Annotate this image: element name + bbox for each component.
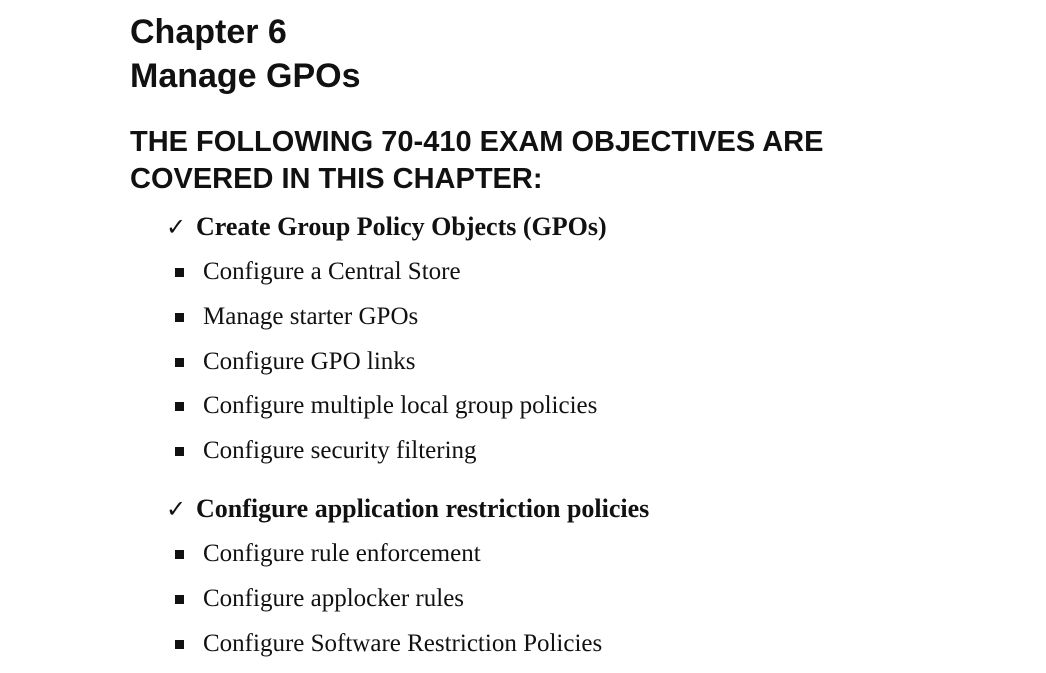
list-item-text: Configure GPO links bbox=[203, 347, 416, 375]
list-item: Configure rule enforcement bbox=[175, 538, 602, 583]
list-item: Configure Software Restriction Policies bbox=[175, 628, 602, 673]
list-item-text: Configure multiple local group policies bbox=[203, 392, 598, 420]
list-item: Manage starter GPOs bbox=[175, 301, 597, 346]
objectives-heading: THE FOLLOWING 70-410 EXAM OBJECTIVES ARE… bbox=[130, 124, 930, 198]
checkmark-icon: ✓ bbox=[166, 213, 187, 241]
list-item-text: Configure security filtering bbox=[203, 437, 477, 465]
square-bullet-icon bbox=[175, 402, 184, 412]
objective-section-title: ✓ Configure application restriction polic… bbox=[166, 493, 649, 525]
objective-section-label: Configure application restriction polici… bbox=[196, 494, 650, 523]
objective-section-label: Create Group Policy Objects (GPOs) bbox=[196, 212, 607, 241]
square-bullet-icon bbox=[175, 639, 184, 649]
chapter-heading: Chapter 6 Manage GPOs bbox=[130, 10, 361, 98]
list-item: Configure a Central Store bbox=[175, 256, 597, 301]
objectives-heading-line-1: THE FOLLOWING 70-410 EXAM OBJECTIVES ARE bbox=[130, 126, 824, 158]
list-item: Configure multiple local group policies bbox=[175, 390, 597, 435]
document-page: Chapter 6 Manage GPOs THE FOLLOWING 70-4… bbox=[0, 0, 1046, 673]
list-item-text: Configure applocker rules bbox=[203, 584, 465, 612]
objective-section-title: ✓ Create Group Policy Objects (GPOs) bbox=[166, 211, 607, 243]
list-item: Configure security filtering bbox=[175, 435, 597, 480]
list-item: Configure applocker rules bbox=[175, 583, 602, 628]
chapter-number: Chapter 6 bbox=[130, 13, 287, 51]
list-item-text: Configure Software Restriction Policies bbox=[203, 629, 603, 657]
list-item-text: Manage starter GPOs bbox=[203, 302, 419, 330]
square-bullet-icon bbox=[175, 447, 184, 457]
objective-list: Configure a Central Store Manage starter… bbox=[175, 256, 597, 480]
list-item: Configure GPO links bbox=[175, 346, 597, 391]
objectives-heading-line-2: COVERED IN THIS CHAPTER: bbox=[130, 163, 543, 195]
square-bullet-icon bbox=[175, 594, 184, 604]
chapter-title: Manage GPOs bbox=[130, 57, 361, 95]
square-bullet-icon bbox=[175, 312, 184, 322]
square-bullet-icon bbox=[175, 550, 184, 559]
list-item-text: Configure a Central Store bbox=[203, 258, 461, 285]
checkmark-icon: ✓ bbox=[166, 495, 187, 523]
square-bullet-icon bbox=[175, 357, 184, 367]
list-item-text: Configure rule enforcement bbox=[203, 540, 481, 567]
square-bullet-icon bbox=[175, 268, 184, 277]
objective-list: Configure rule enforcement Configure app… bbox=[175, 538, 602, 672]
